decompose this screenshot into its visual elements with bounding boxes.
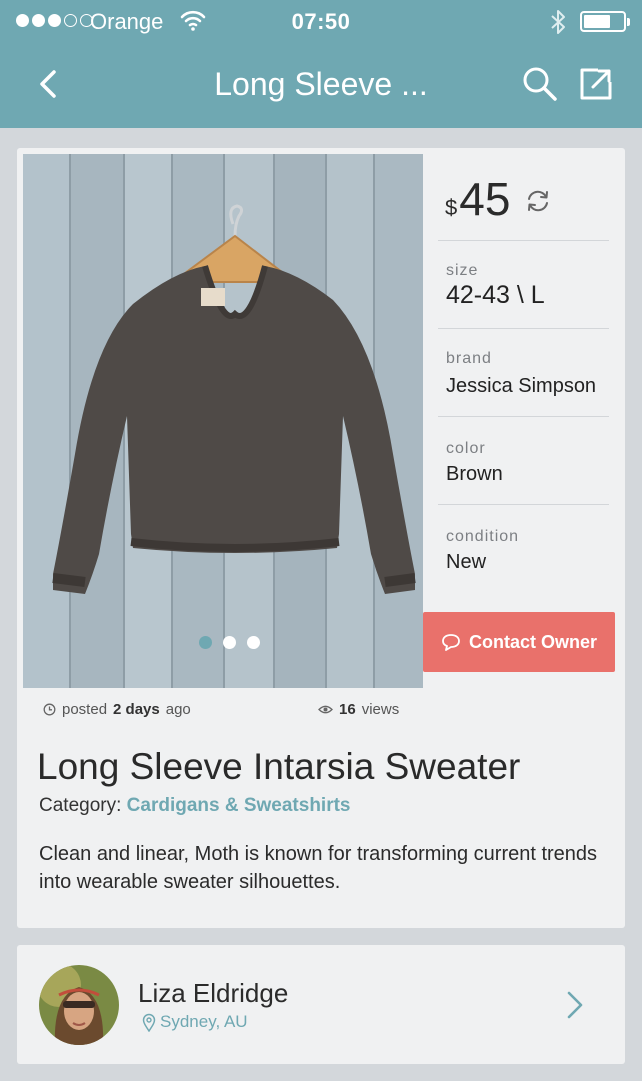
product-card: $ 45 size 42-43 \ L brand Jessica Simpso…	[17, 148, 625, 928]
posted-suffix: ago	[165, 701, 191, 718]
brand-label: brand	[446, 350, 492, 367]
status-bar: Orange 07:50	[0, 0, 642, 44]
product-photo[interactable]	[23, 154, 423, 688]
bluetooth-icon	[551, 10, 565, 34]
divider	[438, 416, 609, 417]
condition-label: condition	[446, 528, 520, 545]
product-description: Clean and linear, Moth is known for tran…	[39, 843, 598, 893]
clock: 07:50	[291, 9, 351, 34]
pager-dot[interactable]	[247, 636, 260, 649]
search-icon[interactable]	[520, 64, 560, 104]
category-link[interactable]: Cardigans & Sweatshirts	[127, 795, 351, 816]
price-amount: 45	[459, 173, 511, 225]
views-count: 16	[339, 701, 356, 718]
product-title: Long Sleeve Intarsia Sweater	[37, 746, 521, 787]
divider	[438, 504, 609, 505]
views-info: 16 views	[318, 701, 399, 718]
contact-owner-button[interactable]: Contact Owner	[423, 612, 615, 672]
color-value: Brown	[446, 463, 503, 485]
chevron-left-icon[interactable]	[30, 64, 66, 104]
color-label: color	[446, 440, 486, 457]
chat-bubble-icon	[442, 634, 460, 651]
size-label: size	[446, 262, 479, 279]
price: $ 45	[445, 172, 510, 226]
seller-location: Sydney, AU	[142, 1012, 248, 1032]
eye-icon	[318, 705, 333, 714]
posted-prefix: posted	[62, 701, 108, 718]
condition-value: New	[446, 551, 487, 573]
brand-value: Jessica Simpson	[446, 375, 597, 397]
price-currency: $	[445, 195, 458, 220]
size-value: 42-43 \ L	[446, 281, 545, 309]
chevron-right-icon[interactable]	[565, 989, 585, 1021]
clock-icon	[43, 703, 56, 716]
refresh-icon[interactable]	[525, 188, 551, 214]
seller-location-text: Sydney, AU	[160, 1012, 248, 1031]
sweater-image	[23, 154, 423, 688]
battery-icon	[580, 11, 630, 32]
seller-name: Liza Eldridge	[138, 978, 289, 1008]
location-pin-icon	[142, 1013, 156, 1032]
avatar[interactable]	[39, 965, 119, 1045]
views-label: views	[361, 701, 400, 718]
divider	[438, 328, 609, 329]
posted-info: posted 2 days ago	[43, 701, 191, 718]
top-bar: Orange 07:50 Long Sleeve ...	[0, 0, 642, 128]
page-title: Long Sleeve ...	[214, 66, 428, 102]
posted-when: 2 days	[113, 701, 160, 718]
category-line: Category: Cardigans & Sweatshirts	[39, 795, 351, 817]
seller-card[interactable]: Liza Eldridge Sydney, AU	[17, 945, 625, 1064]
category-label: Category:	[39, 795, 122, 816]
pager-dot[interactable]	[223, 636, 236, 649]
image-pager[interactable]	[199, 636, 260, 649]
divider	[438, 240, 609, 241]
pager-dot[interactable]	[199, 636, 212, 649]
contact-owner-label: Contact Owner	[468, 631, 597, 652]
share-icon[interactable]	[578, 66, 614, 102]
